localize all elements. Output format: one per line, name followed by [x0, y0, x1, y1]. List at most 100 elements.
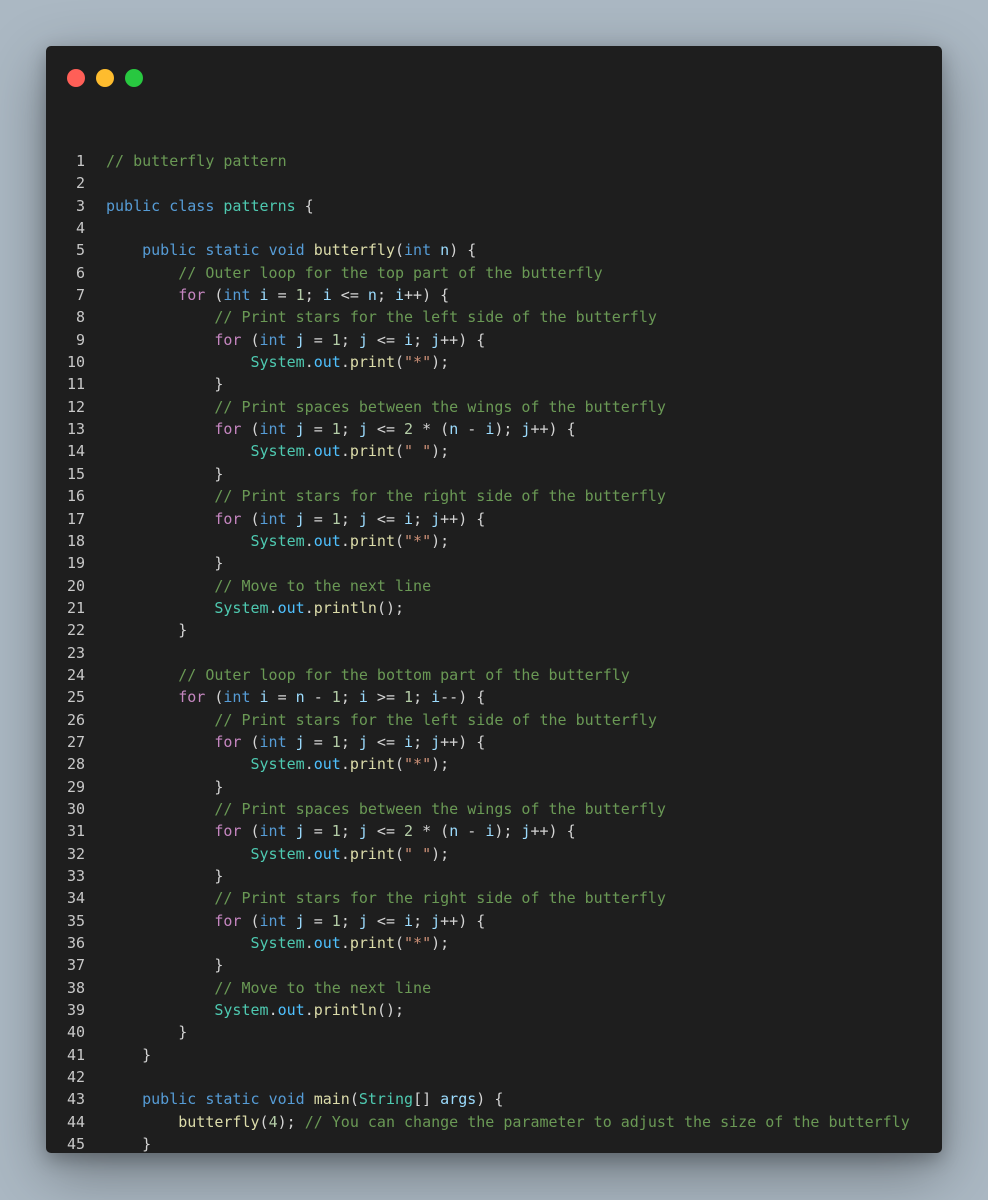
code-token: ); — [431, 755, 450, 774]
code-line: 3 public class patterns { — [46, 195, 942, 217]
code-token: print — [349, 755, 395, 774]
code-token: // Print stars for the left side of the … — [214, 710, 657, 729]
code-line: 40 } — [46, 1021, 942, 1043]
line-number: 30 — [66, 799, 85, 818]
code-token: = — [304, 822, 332, 841]
code-token: // Print spaces between the wings of the… — [214, 397, 666, 416]
code-token: int — [259, 330, 287, 349]
code-token: } — [106, 375, 224, 394]
code-token: . — [340, 844, 350, 863]
code-token: System — [250, 755, 305, 774]
code-token: } — [106, 1135, 152, 1153]
code-line: 12 // Print spaces between the wings of … — [46, 396, 942, 418]
code-line: 6 // Outer loop for the top part of the … — [46, 262, 942, 284]
code-line: 33 } — [46, 865, 942, 887]
line-source: public static void main(String[] args) { — [106, 1088, 503, 1110]
line-source: System.out.print(" "); — [106, 440, 450, 462]
code-token: for — [214, 732, 242, 751]
code-token: print — [349, 442, 395, 461]
code-token: . — [340, 934, 350, 953]
line-number: 9 — [75, 330, 85, 349]
code-token: args — [440, 1090, 477, 1109]
code-line: 34 // Print stars for the right side of … — [46, 887, 942, 909]
code-token: n — [449, 822, 459, 841]
code-line: 20 // Move to the next line — [46, 575, 942, 597]
code-line: 26 // Print stars for the left side of t… — [46, 709, 942, 731]
line-number: 28 — [66, 755, 85, 774]
line-source: } — [106, 619, 187, 641]
code-line: 43 public static void main(String[] args… — [46, 1088, 942, 1110]
line-source: // Outer loop for the top part of the bu… — [106, 262, 603, 284]
line-number: 34 — [66, 889, 85, 908]
code-token: i — [404, 330, 414, 349]
code-token: } — [106, 867, 224, 885]
code-token: <= — [331, 286, 368, 305]
code-token: for — [214, 420, 242, 439]
code-token: = — [304, 420, 332, 439]
code-token: i — [485, 822, 495, 841]
line-number: 5 — [75, 241, 85, 260]
code-token: ); — [494, 420, 522, 439]
line-number: 17 — [66, 509, 85, 528]
code-token: System — [250, 442, 305, 461]
code-token: i — [322, 286, 332, 305]
code-token: out — [313, 755, 341, 774]
line-source: System.out.print("*"); — [106, 932, 450, 954]
line-number: 26 — [66, 710, 85, 729]
code-token: <= — [367, 911, 405, 930]
code-token: . — [304, 844, 314, 863]
code-token: n — [367, 286, 377, 305]
code-token: // Outer loop for the top part of the bu… — [178, 263, 603, 282]
minimize-dot-icon[interactable] — [96, 69, 114, 87]
line-number: 15 — [66, 464, 85, 483]
line-source: System.out.print(" "); — [106, 843, 450, 865]
line-number: 14 — [66, 442, 85, 461]
code-token: ; — [340, 330, 359, 349]
close-dot-icon[interactable] — [67, 69, 85, 87]
code-token: <= — [367, 822, 405, 841]
code-line: 30 // Print spaces between the wings of … — [46, 798, 942, 820]
code-token: } — [106, 621, 188, 640]
code-token: ); — [431, 934, 450, 953]
code-token: } — [106, 956, 224, 975]
line-number: 4 — [75, 219, 85, 238]
line-number: 42 — [66, 1068, 85, 1087]
line-source: } — [106, 373, 223, 395]
line-number: 2 — [75, 174, 85, 193]
code-token: j — [358, 732, 368, 751]
maximize-dot-icon[interactable] — [125, 69, 143, 87]
code-line: 5 public static void butterfly(int n) { — [46, 239, 942, 261]
code-token: 2 — [404, 420, 414, 439]
code-token: = — [268, 688, 296, 707]
code-token: ( — [349, 1090, 359, 1109]
code-token: for — [214, 822, 242, 841]
code-token: >= — [367, 688, 405, 707]
code-token: ; — [413, 732, 432, 751]
line-number: 3 — [75, 196, 85, 215]
code-token: int — [259, 509, 287, 528]
code-token: ) { — [449, 241, 477, 260]
code-token: 1 — [331, 732, 341, 751]
code-token: "*" — [404, 755, 432, 774]
code-token: for — [214, 509, 242, 528]
code-token: ( — [241, 420, 260, 439]
code-line: 45 } — [46, 1133, 942, 1153]
code-token: i — [395, 286, 405, 305]
code-token: // Outer loop for the bottom part of the… — [178, 665, 630, 684]
line-number: 41 — [66, 1045, 85, 1064]
code-token: ( — [259, 1112, 269, 1131]
code-token: String — [358, 1090, 414, 1109]
code-token: - — [304, 688, 332, 707]
code-token: i — [358, 688, 368, 707]
code-token: ( — [395, 934, 405, 953]
line-number: 43 — [66, 1090, 85, 1109]
